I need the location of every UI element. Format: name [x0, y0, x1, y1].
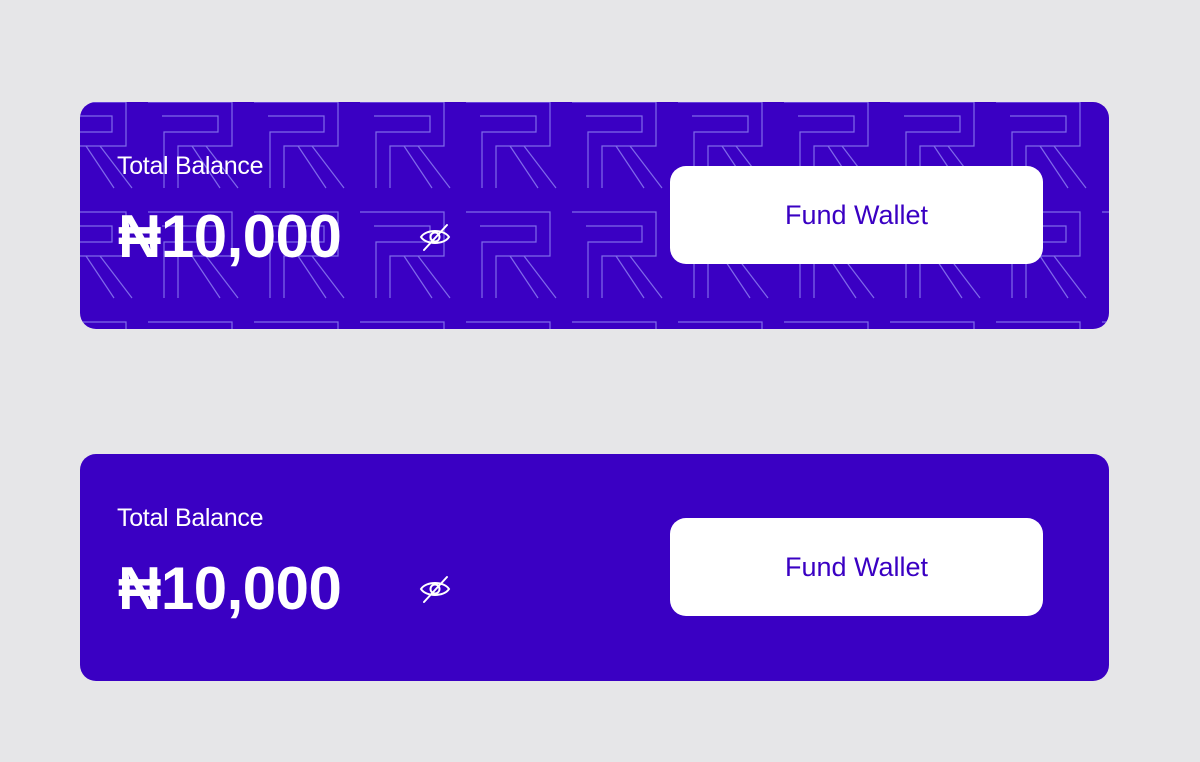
eye-off-icon[interactable] [418, 220, 452, 254]
balance-card-plain: Total Balance ₦10,000 Fund Wallet [80, 454, 1109, 681]
fund-wallet-button[interactable]: Fund Wallet [670, 518, 1043, 616]
eye-off-icon[interactable] [418, 572, 452, 606]
balance-amount: ₦10,000 [118, 203, 342, 270]
total-balance-label: Total Balance [117, 152, 264, 180]
balance-card-patterned: Total Balance ₦10,000 Fund Wallet [80, 102, 1109, 329]
total-balance-label: Total Balance [117, 504, 264, 532]
fund-wallet-button[interactable]: Fund Wallet [670, 166, 1043, 264]
balance-amount: ₦10,000 [118, 555, 342, 622]
